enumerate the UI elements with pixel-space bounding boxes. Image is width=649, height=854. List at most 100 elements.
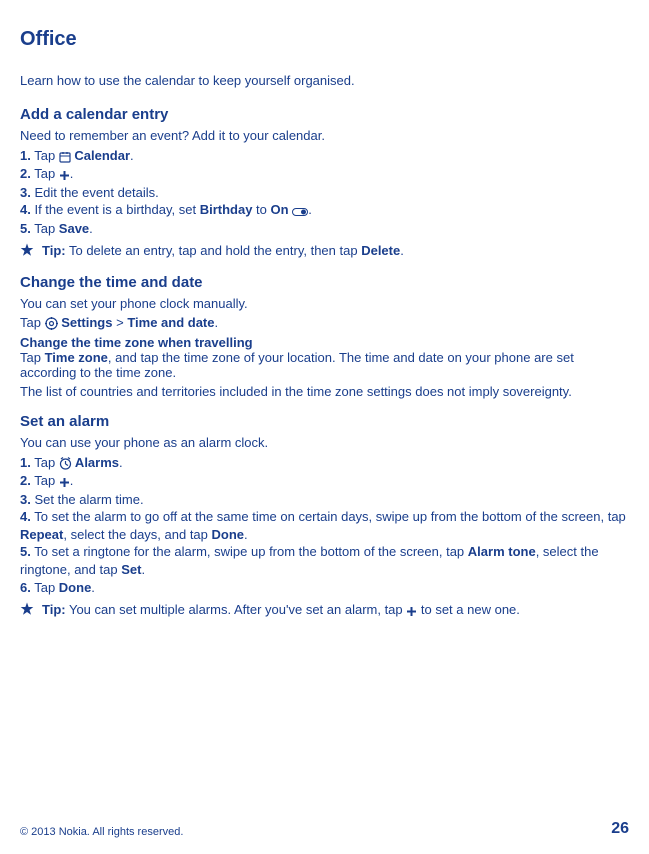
step-text: . bbox=[141, 562, 145, 577]
step-text: . bbox=[91, 580, 95, 595]
step-text: To set the alarm to go off at the same t… bbox=[31, 509, 626, 524]
tip-label: Tip: bbox=[42, 243, 66, 258]
step-text: Tap bbox=[31, 221, 59, 236]
step-text: to bbox=[252, 202, 270, 217]
plus-icon bbox=[59, 473, 70, 491]
step-bold: Save bbox=[59, 221, 89, 236]
sub-text: Tap bbox=[20, 350, 45, 365]
step-2: 2. Tap . bbox=[20, 472, 629, 490]
step-bold: Calendar bbox=[71, 148, 130, 163]
tip-bold: Delete bbox=[361, 243, 400, 258]
step-bold: Repeat bbox=[20, 527, 63, 542]
section-desc: You can set your phone clock manually. bbox=[20, 296, 629, 311]
step-bold: Done bbox=[59, 580, 92, 595]
sub-heading: Change the time zone when travelling bbox=[20, 335, 629, 350]
star-icon bbox=[20, 602, 42, 617]
note-text: The list of countries and territories in… bbox=[20, 384, 629, 399]
nav-text: . bbox=[215, 315, 219, 330]
section-heading: Add a calendar entry bbox=[20, 106, 629, 123]
step-5: 5. Tap Save. bbox=[20, 220, 629, 238]
nav-instruction: Tap Settings > Time and date. bbox=[20, 315, 629, 331]
nav-text: Tap bbox=[20, 315, 45, 330]
section-desc: Need to remember an event? Add it to you… bbox=[20, 128, 629, 143]
copyright-text: © 2013 Nokia. All rights reserved. bbox=[20, 826, 183, 838]
step-1: 1. Tap Alarms. bbox=[20, 454, 629, 472]
step-text: Tap bbox=[31, 166, 59, 181]
step-bold: Set bbox=[121, 562, 141, 577]
step-5: 5. To set a ringtone for the alarm, swip… bbox=[20, 543, 629, 578]
section-set-alarm: Set an alarm You can use your phone as a… bbox=[20, 413, 629, 618]
nav-bold: Settings bbox=[58, 315, 113, 330]
step-num: 5. bbox=[20, 544, 31, 559]
step-num: 5. bbox=[20, 221, 31, 236]
step-bold: Birthday bbox=[200, 202, 253, 217]
tip-body: . bbox=[400, 243, 404, 258]
step-3: 3. Edit the event details. bbox=[20, 184, 629, 202]
tip-text: Tip: You can set multiple alarms. After … bbox=[42, 602, 629, 618]
intro-text: Learn how to use the calendar to keep yo… bbox=[20, 73, 629, 88]
section-heading: Change the time and date bbox=[20, 274, 629, 291]
step-num: 3. bbox=[20, 185, 31, 200]
step-text: , select the days, and tap bbox=[63, 527, 211, 542]
alarm-icon bbox=[59, 455, 72, 473]
page-title: Office bbox=[20, 28, 629, 51]
sub-text: Tap Time zone, and tap the time zone of … bbox=[20, 350, 629, 380]
tip-body: You can set multiple alarms. After you'v… bbox=[66, 602, 407, 617]
step-1: 1. Tap Calendar. bbox=[20, 147, 629, 165]
step-num: 6. bbox=[20, 580, 31, 595]
step-num: 2. bbox=[20, 166, 31, 181]
section-change-time: Change the time and date You can set you… bbox=[20, 274, 629, 399]
step-text: . bbox=[89, 221, 93, 236]
nav-text: > bbox=[112, 315, 127, 330]
page-number: 26 bbox=[611, 820, 629, 838]
calendar-icon bbox=[59, 148, 71, 166]
step-text: Tap bbox=[31, 473, 59, 488]
tip-text: Tip: To delete an entry, tap and hold th… bbox=[42, 243, 629, 258]
step-text: . bbox=[308, 202, 312, 217]
section-add-calendar: Add a calendar entry Need to remember an… bbox=[20, 106, 629, 258]
step-4: 4. If the event is a birthday, set Birth… bbox=[20, 201, 629, 219]
section-desc: You can use your phone as an alarm clock… bbox=[20, 435, 629, 450]
nav-bold: Time and date bbox=[127, 315, 214, 330]
tip-label: Tip: bbox=[42, 602, 66, 617]
steps-list: 1. Tap Calendar. 2. Tap . 3. Edit the ev… bbox=[20, 147, 629, 237]
step-text: . bbox=[130, 148, 134, 163]
step-text: Tap bbox=[31, 580, 59, 595]
step-4: 4. To set the alarm to go off at the sam… bbox=[20, 508, 629, 543]
step-bold: Done bbox=[212, 527, 245, 542]
step-text: Tap bbox=[31, 148, 59, 163]
step-num: 1. bbox=[20, 455, 31, 470]
step-num: 2. bbox=[20, 473, 31, 488]
star-icon bbox=[20, 243, 42, 258]
step-num: 4. bbox=[20, 202, 31, 217]
tip-body: To delete an entry, tap and hold the ent… bbox=[66, 243, 362, 258]
plus-icon bbox=[406, 603, 417, 618]
step-bold: Alarm tone bbox=[468, 544, 536, 559]
tip-row: Tip: To delete an entry, tap and hold th… bbox=[20, 243, 629, 258]
sub-bold: Time zone bbox=[45, 350, 108, 365]
step-6: 6. Tap Done. bbox=[20, 579, 629, 597]
step-text: . bbox=[70, 166, 74, 181]
tip-body: to set a new one. bbox=[417, 602, 520, 617]
step-num: 1. bbox=[20, 148, 31, 163]
step-bold: On bbox=[271, 202, 289, 217]
step-text: . bbox=[70, 473, 74, 488]
section-heading: Set an alarm bbox=[20, 413, 629, 430]
step-2: 2. Tap . bbox=[20, 165, 629, 183]
step-num: 4. bbox=[20, 509, 31, 524]
step-text: Tap bbox=[31, 455, 59, 470]
plus-icon bbox=[59, 166, 70, 184]
page-footer: © 2013 Nokia. All rights reserved. 26 bbox=[20, 820, 629, 838]
step-text: Set the alarm time. bbox=[31, 492, 144, 507]
step-text: Edit the event details. bbox=[31, 185, 159, 200]
step-text: To set a ringtone for the alarm, swipe u… bbox=[31, 544, 468, 559]
step-num: 3. bbox=[20, 492, 31, 507]
step-text: . bbox=[119, 455, 123, 470]
step-text: If the event is a birthday, set bbox=[31, 202, 200, 217]
tip-row: Tip: You can set multiple alarms. After … bbox=[20, 602, 629, 618]
step-bold: Alarms bbox=[72, 455, 119, 470]
step-text: . bbox=[244, 527, 248, 542]
step-3: 3. Set the alarm time. bbox=[20, 491, 629, 509]
steps-list: 1. Tap Alarms. 2. Tap . 3. Set the alarm… bbox=[20, 454, 629, 596]
settings-icon bbox=[45, 316, 58, 331]
